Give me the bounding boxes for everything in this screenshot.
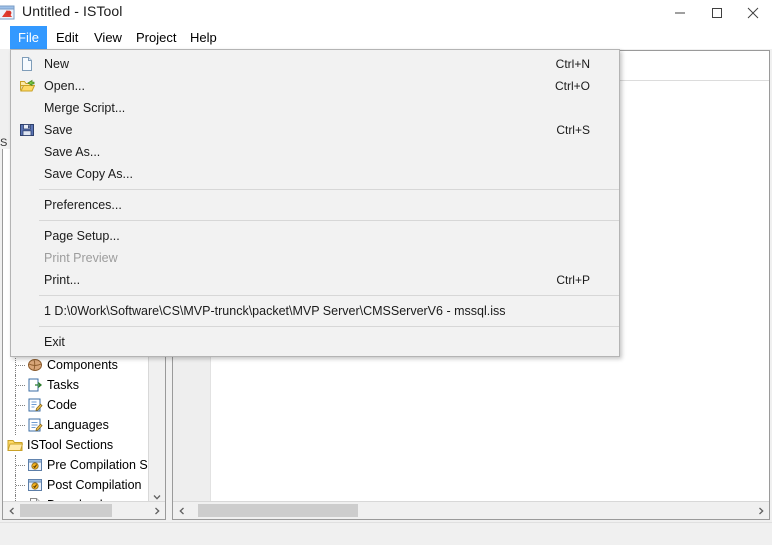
menu-item-label: Merge Script...: [44, 101, 126, 115]
tree-connector: [16, 365, 25, 367]
status-bar: [0, 522, 772, 545]
tree-item-label: Components: [47, 358, 118, 372]
tree-connector-vertical: [15, 375, 17, 395]
tree-connector: [16, 385, 25, 387]
menubar-item-view[interactable]: View: [86, 26, 130, 49]
menu-separator: [39, 220, 619, 221]
menu-item-label: Print Preview: [44, 251, 118, 265]
new-document-icon: [19, 56, 35, 72]
pre-compilation-icon: [27, 457, 43, 473]
components-box-icon: [27, 357, 43, 373]
menu-item-shortcut: Ctrl+S: [556, 123, 590, 137]
tree-scroll-left-icon[interactable]: [3, 502, 20, 519]
menu-item-label: Save Copy As...: [44, 167, 133, 181]
tasks-icon: [27, 377, 43, 393]
tree-connector-vertical: [15, 395, 17, 415]
post-compilation-icon: [27, 477, 43, 493]
tree-item-label: Code: [47, 398, 77, 412]
menu-item-page-setup[interactable]: Page Setup...: [11, 225, 619, 247]
menubar-item-edit[interactable]: Edit: [48, 26, 86, 49]
menu-item-save-copy-as[interactable]: Save Copy As...: [11, 163, 619, 185]
close-button[interactable]: [734, 0, 772, 26]
menu-item-shortcut: Ctrl+O: [554, 79, 590, 93]
project-tree[interactable]: Components Tasks Code Languages ISTool Secti…: [3, 355, 149, 519]
menu-bar: File Edit View Project Help: [0, 26, 772, 49]
menu-item-save-as[interactable]: Save As...: [11, 141, 619, 163]
menu-item-save[interactable]: Save Ctrl+S: [11, 119, 619, 141]
docked-panel-strip: S: [0, 49, 10, 149]
tree-item-label: ISTool Sections: [27, 438, 114, 452]
file-dropdown-menu[interactable]: New Ctrl+N Open... Ctrl+O Merge Script... Sav…: [10, 49, 620, 357]
menu-item-label: 1 D:\0Work\Software\CS\MVP-trunck\packet…: [44, 304, 506, 318]
folder-icon: [7, 437, 24, 453]
menu-item-new[interactable]: New Ctrl+N: [11, 53, 619, 75]
tree-connector: [16, 405, 25, 407]
menu-item-preferences[interactable]: Preferences...: [11, 194, 619, 216]
tree-item-label: Languages: [47, 418, 109, 432]
tree-connector-vertical: [15, 475, 17, 495]
code-icon: [27, 397, 43, 413]
tree-connector: [16, 485, 25, 487]
floppy-save-icon: [19, 122, 35, 138]
istool-app-icon: [0, 4, 16, 22]
menu-separator: [39, 326, 619, 327]
tree-connector: [16, 465, 25, 467]
menu-item-open[interactable]: Open... Ctrl+O: [11, 75, 619, 97]
menubar-item-file[interactable]: File: [10, 26, 47, 49]
open-folder-icon: [19, 78, 36, 94]
menu-item-shortcut: Ctrl+N: [555, 57, 590, 71]
menu-item-1-d-0work-software-cs-mvp-trunck-packet-[interactable]: 1 D:\0Work\Software\CS\MVP-trunck\packet…: [11, 300, 619, 322]
tree-connector-vertical: [15, 455, 17, 475]
menu-item-print[interactable]: Print... Ctrl+P: [11, 269, 619, 291]
window-title: Untitled - ISTool: [22, 3, 123, 19]
menubar-item-help[interactable]: Help: [182, 26, 225, 49]
menu-item-exit[interactable]: Exit: [11, 331, 619, 353]
tree-horizontal-scroll-thumb[interactable]: [20, 504, 112, 517]
tree-item-label: Post Compilation: [47, 478, 142, 492]
tree-item-label: Tasks: [47, 378, 79, 392]
menu-item-label: Page Setup...: [44, 229, 120, 243]
title-bar: Untitled - ISTool: [0, 0, 772, 26]
menubar-item-project[interactable]: Project: [128, 26, 184, 49]
menu-item-label: Print...: [44, 273, 81, 287]
menu-item-label: Open...: [44, 79, 85, 93]
menu-separator: [39, 295, 619, 296]
editor-scroll-right-icon[interactable]: [752, 502, 769, 519]
tree-connector-vertical: [15, 415, 17, 435]
tree-item-label: Pre Compilation S: [47, 458, 148, 472]
editor-horizontal-scrollbar[interactable]: [173, 501, 769, 519]
menu-item-label: Save As...: [44, 145, 101, 159]
maximize-button[interactable]: [694, 0, 739, 26]
menu-item-label: Preferences...: [44, 198, 122, 212]
editor-scroll-left-icon[interactable]: [173, 502, 190, 519]
menu-item-label: Save: [44, 123, 73, 137]
menu-item-label: Exit: [44, 335, 65, 349]
tree-connector: [16, 425, 25, 427]
menu-item-label: New: [44, 57, 70, 71]
tree-scroll-right-icon[interactable]: [148, 502, 165, 519]
menu-item-print-preview: Print Preview: [11, 247, 619, 269]
languages-icon: [27, 417, 43, 433]
tree-horizontal-scrollbar[interactable]: [3, 501, 165, 519]
menu-item-shortcut: Ctrl+P: [556, 273, 590, 287]
docked-panel-label: S: [0, 137, 8, 149]
tree-connector-vertical: [15, 355, 17, 375]
menu-separator: [39, 189, 619, 190]
menu-item-merge-script[interactable]: Merge Script...: [11, 97, 619, 119]
editor-horizontal-scroll-thumb[interactable]: [198, 504, 358, 517]
